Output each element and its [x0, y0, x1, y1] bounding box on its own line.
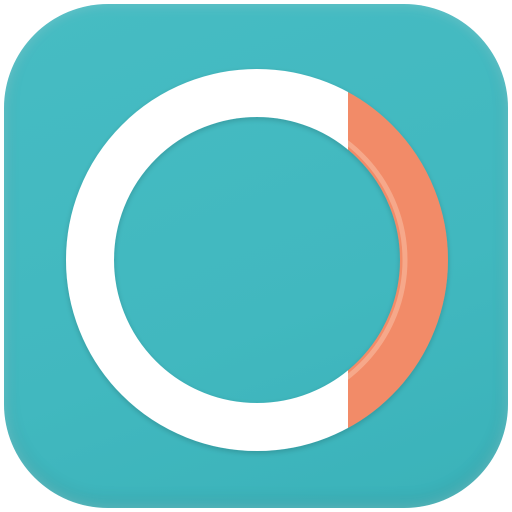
- app-icon[interactable]: [0, 0, 512, 512]
- ring-progress-icon: [66, 69, 448, 451]
